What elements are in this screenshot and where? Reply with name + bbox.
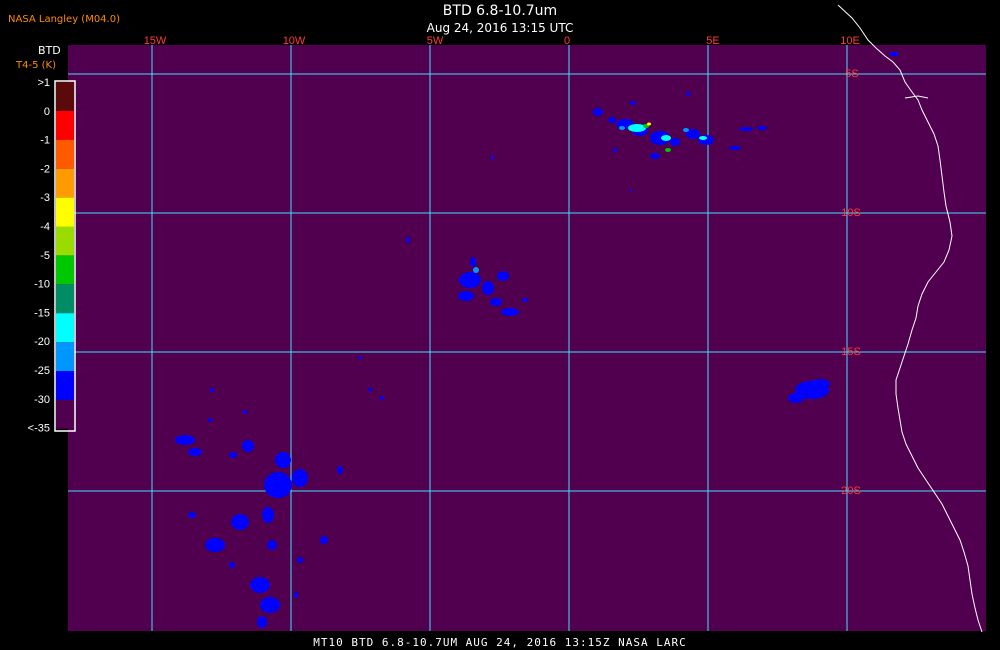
colorbar-swatch bbox=[56, 139, 74, 169]
colorbar-label: -2 bbox=[40, 163, 50, 175]
colorbar-swatch bbox=[56, 110, 74, 140]
colorbar-label: <-35 bbox=[28, 423, 50, 435]
lat-label-15s: 15S bbox=[841, 346, 861, 358]
colorbar-labels: >1 0 -1 -2 -3 -4 -5 -10 -15 -20 -25 -30 <-35 bbox=[28, 77, 50, 435]
colorbar-swatch bbox=[56, 82, 74, 111]
colorbar-label: -5 bbox=[40, 250, 50, 262]
colorbar-label: 0 bbox=[44, 106, 50, 118]
image-datetime: Aug 24, 2016 13:15 UTC bbox=[426, 21, 574, 35]
colorbar-label: -25 bbox=[34, 365, 50, 377]
colorbar-swatch bbox=[56, 255, 74, 285]
colorbar-swatch bbox=[56, 399, 74, 429]
lat-label-10s: 10S bbox=[841, 207, 861, 219]
lon-label-0: 0 bbox=[564, 35, 570, 47]
lon-label-10w: 10W bbox=[283, 35, 306, 47]
colorbar-swatch bbox=[56, 168, 74, 198]
colorbar-label: -30 bbox=[34, 394, 50, 406]
colorbar-swatch bbox=[56, 313, 74, 343]
colorbar-label: >1 bbox=[37, 77, 50, 89]
image-title: BTD 6.8-10.7um bbox=[442, 3, 558, 19]
colorbar-label: -1 bbox=[40, 135, 50, 147]
footer-caption: MT10 BTD 6.8-10.7UM AUG 24, 2016 13:15Z … bbox=[313, 636, 687, 649]
lon-label-5e: 5E bbox=[706, 35, 719, 47]
colorbar: >1 0 -1 -2 -3 -4 -5 -10 -15 -20 -25 -30 <-35 bbox=[28, 77, 76, 435]
colorbar-label: -15 bbox=[34, 307, 50, 319]
colorbar-swatch bbox=[56, 197, 74, 227]
colorbar-label: -3 bbox=[40, 192, 50, 204]
lat-label-5s: 5S bbox=[845, 68, 858, 80]
map-figure: 15W 10W 5W 0 5E 10E 5S 10S 15S 20S >1 0 -1… bbox=[28, 4, 986, 633]
lon-label-10e: 10E bbox=[840, 35, 860, 47]
colorbar-label: -10 bbox=[34, 279, 50, 291]
lon-label-15w: 15W bbox=[144, 35, 167, 47]
colorbar-swatch bbox=[56, 342, 74, 371]
lon-label-5w: 5W bbox=[427, 35, 444, 47]
colorbar-swatch bbox=[56, 284, 74, 314]
colorbar-swatch bbox=[56, 226, 74, 256]
colorbar-label: -4 bbox=[40, 221, 50, 233]
colorbar-label: -20 bbox=[34, 336, 50, 348]
cloud-central-cold bbox=[473, 267, 479, 273]
colorbar-unit: T4-5 (K) bbox=[16, 60, 56, 71]
colorbar-swatch bbox=[56, 371, 74, 400]
lat-label-20s: 20S bbox=[841, 485, 861, 497]
colorbar-title: BTD bbox=[38, 44, 61, 57]
colorbar-swatches bbox=[56, 82, 74, 429]
